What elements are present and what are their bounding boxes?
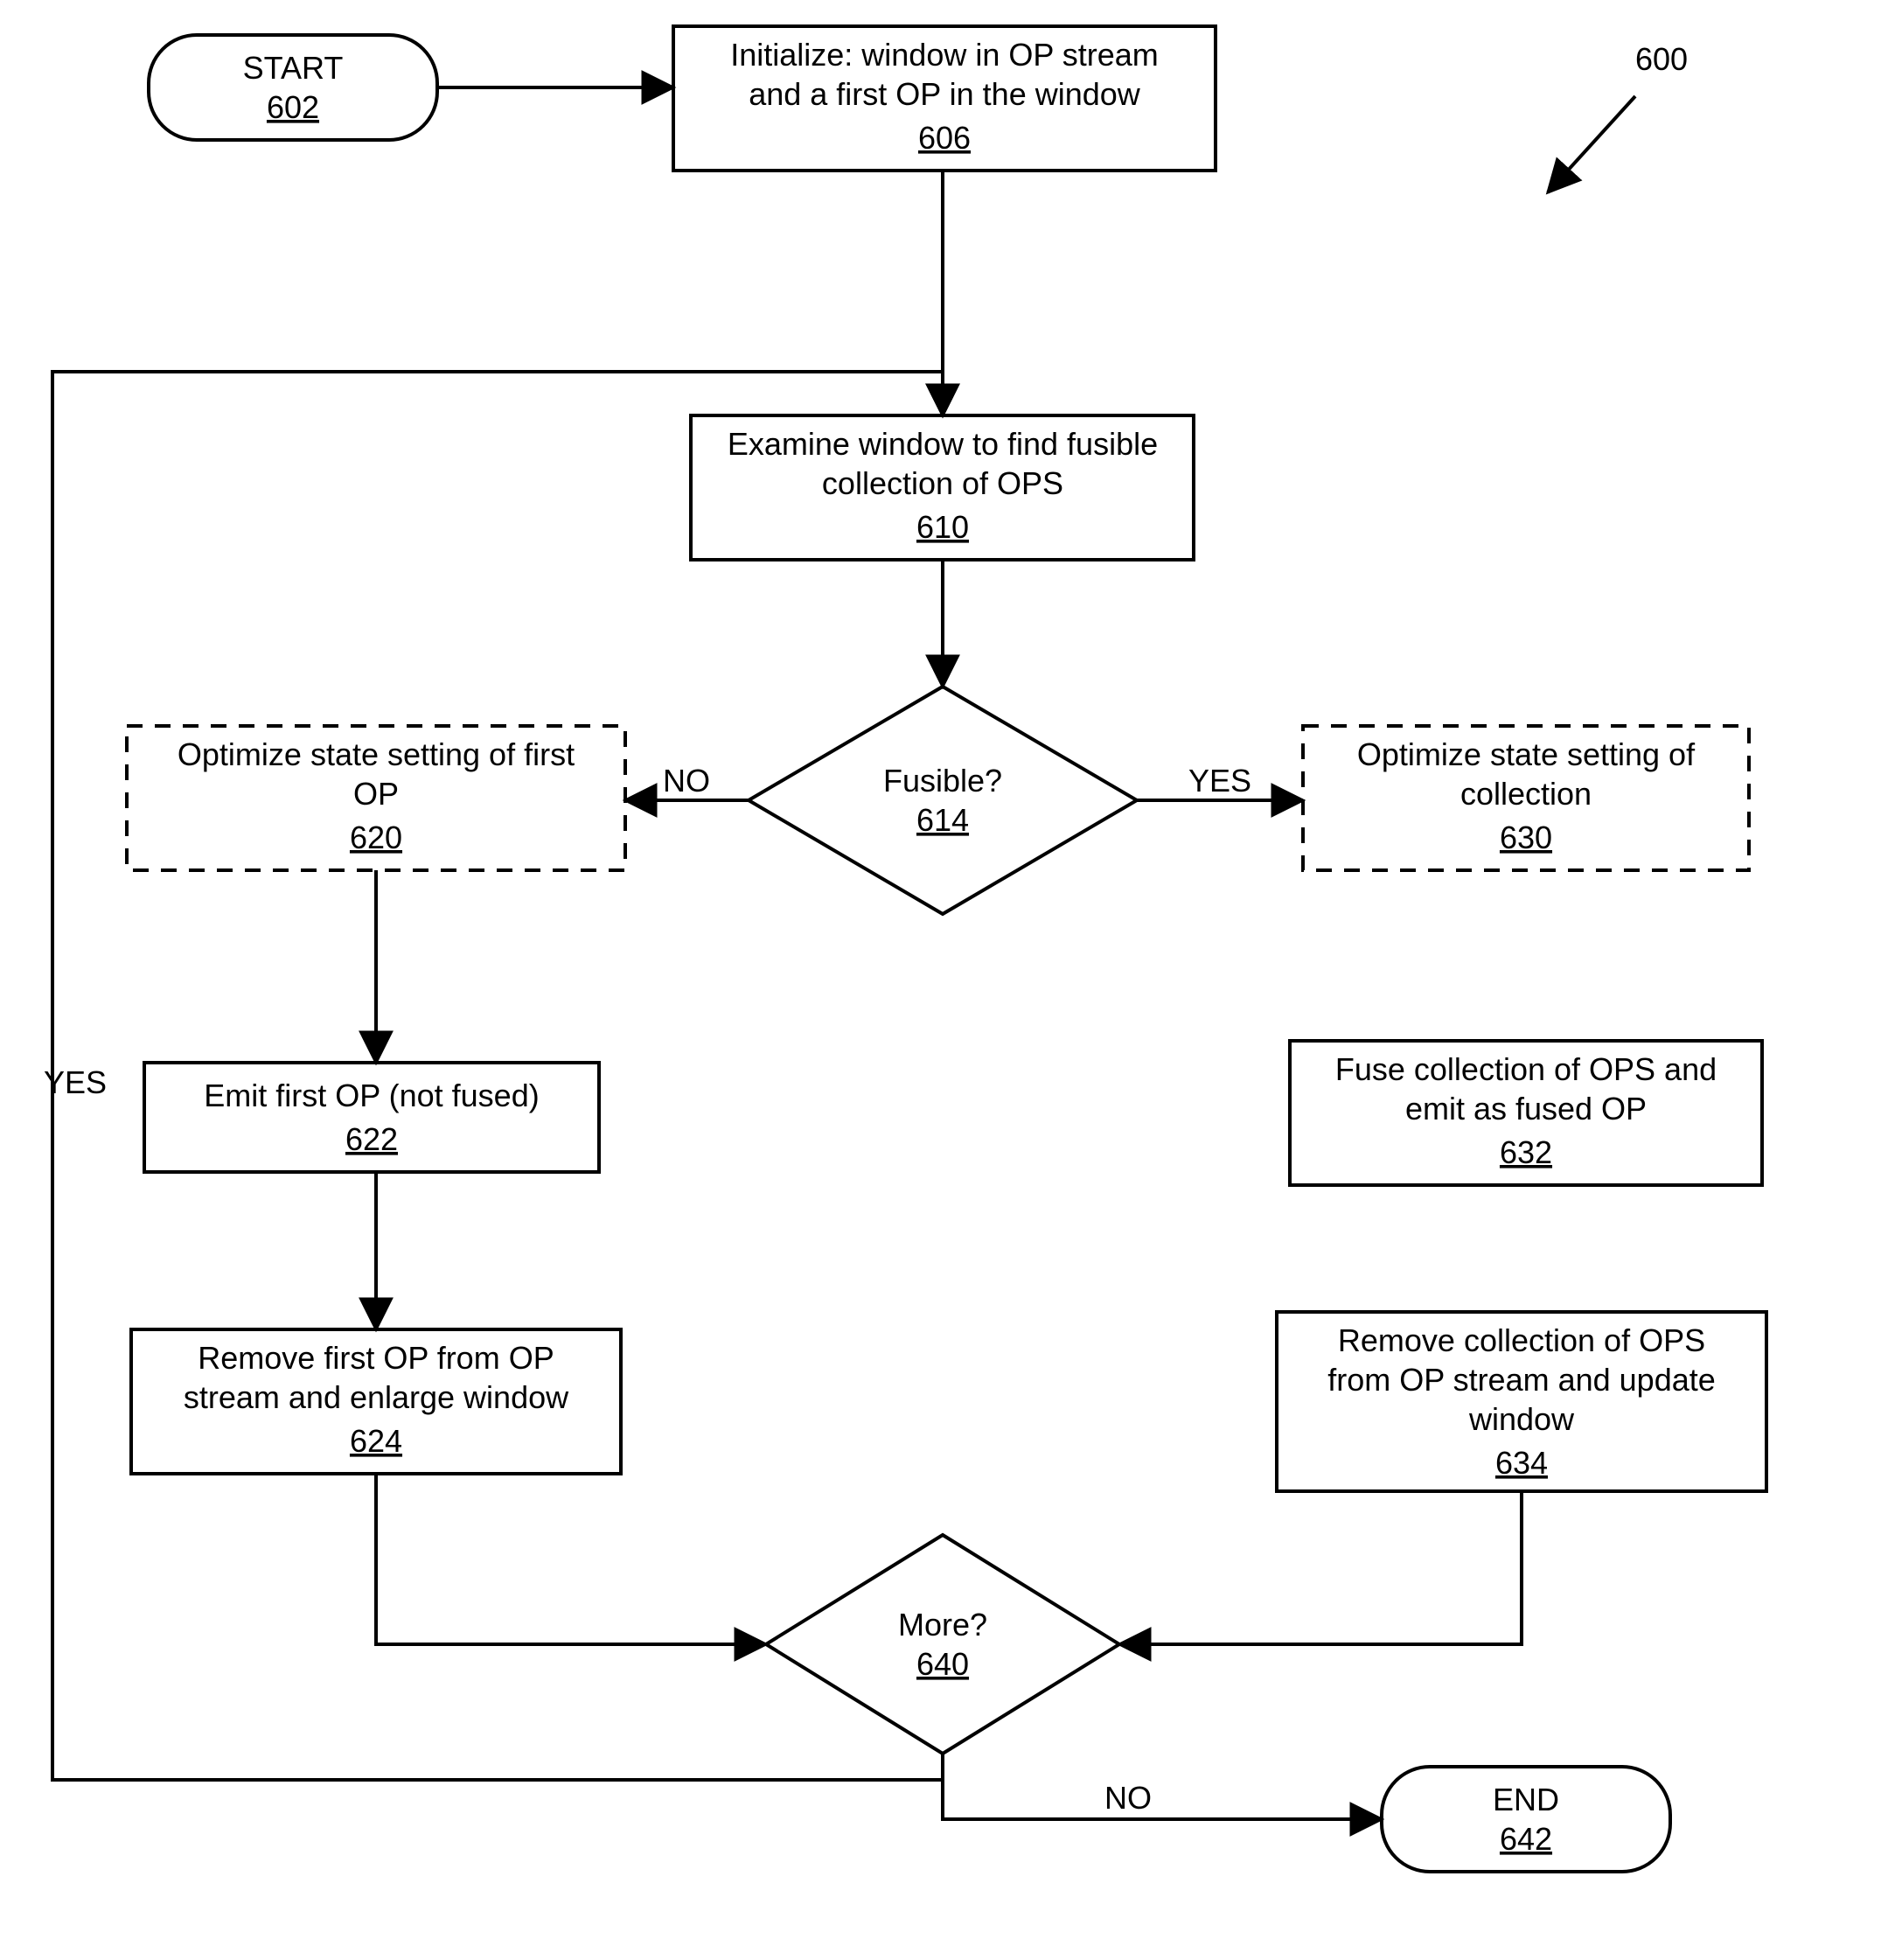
- edge-more-yes-label: YES: [44, 1064, 107, 1100]
- opt-first-line2: OP: [353, 776, 399, 812]
- init-line2: and a first OP in the window: [749, 76, 1141, 112]
- fusible-label: Fusible?: [883, 763, 1002, 799]
- init-line1: Initialize: window in OP stream: [730, 37, 1159, 73]
- emit-first-line: Emit first OP (not fused): [204, 1078, 539, 1113]
- remove-first-line1: Remove first OP from OP: [198, 1340, 554, 1376]
- opt-first-node: Optimize state setting of first OP 620: [127, 726, 625, 870]
- edge-removecoll-to-more: [1119, 1491, 1522, 1644]
- remove-coll-line2: from OP stream and update: [1327, 1362, 1716, 1398]
- edge-more-no: [943, 1754, 1382, 1819]
- emit-first-node: Emit first OP (not fused) 622: [144, 1063, 599, 1172]
- remove-coll-line3: window: [1468, 1401, 1575, 1437]
- fuse-coll-line2: emit as fused OP: [1405, 1091, 1647, 1126]
- remove-first-node: Remove first OP from OP stream and enlar…: [131, 1329, 621, 1474]
- more-label: More?: [898, 1607, 987, 1643]
- init-node: Initialize: window in OP stream and a fi…: [673, 26, 1216, 171]
- examine-node: Examine window to find fusible collectio…: [691, 415, 1194, 560]
- edge-fusible-no-label: NO: [663, 763, 710, 799]
- start-label: START: [243, 50, 344, 86]
- figure-ref-text: 600: [1635, 41, 1688, 77]
- examine-ref: 610: [916, 509, 969, 545]
- fusible-decision: Fusible? 614: [749, 687, 1137, 914]
- edge-removefirst-to-more: [376, 1474, 766, 1644]
- start-node: START 602: [149, 35, 437, 140]
- edge-more-yes-loop: [52, 372, 943, 1780]
- remove-first-ref: 624: [350, 1423, 402, 1459]
- emit-first-ref: 622: [345, 1121, 398, 1157]
- fuse-coll-ref: 632: [1500, 1134, 1552, 1170]
- more-ref: 640: [916, 1646, 969, 1682]
- figure-ref-callout: 600: [1548, 41, 1688, 192]
- edge-fusible-yes-label: YES: [1188, 763, 1251, 799]
- remove-coll-line1: Remove collection of OPS: [1338, 1322, 1705, 1358]
- end-node: END 642: [1382, 1767, 1670, 1872]
- remove-coll-ref: 634: [1495, 1445, 1548, 1481]
- opt-coll-line2: collection: [1460, 776, 1592, 812]
- opt-coll-ref: 630: [1500, 820, 1552, 855]
- fuse-coll-node: Fuse collection of OPS and emit as fused…: [1290, 1041, 1762, 1185]
- opt-first-ref: 620: [350, 820, 402, 855]
- start-ref: 602: [267, 89, 319, 125]
- opt-coll-node: Optimize state setting of collection 630: [1303, 726, 1749, 870]
- fusible-ref: 614: [916, 802, 969, 838]
- examine-line2: collection of OPS: [822, 465, 1063, 501]
- end-ref: 642: [1500, 1821, 1552, 1857]
- end-label: END: [1493, 1782, 1559, 1817]
- fuse-coll-line1: Fuse collection of OPS and: [1335, 1051, 1717, 1087]
- examine-line1: Examine window to find fusible: [728, 426, 1158, 462]
- opt-first-line1: Optimize state setting of first: [178, 736, 575, 772]
- more-decision: More? 640: [766, 1535, 1119, 1754]
- remove-first-line2: stream and enlarge window: [184, 1379, 569, 1415]
- opt-coll-line1: Optimize state setting of: [1357, 736, 1696, 772]
- edge-more-no-label: NO: [1104, 1780, 1152, 1816]
- remove-coll-node: Remove collection of OPS from OP stream …: [1277, 1312, 1766, 1491]
- init-ref: 606: [918, 120, 971, 156]
